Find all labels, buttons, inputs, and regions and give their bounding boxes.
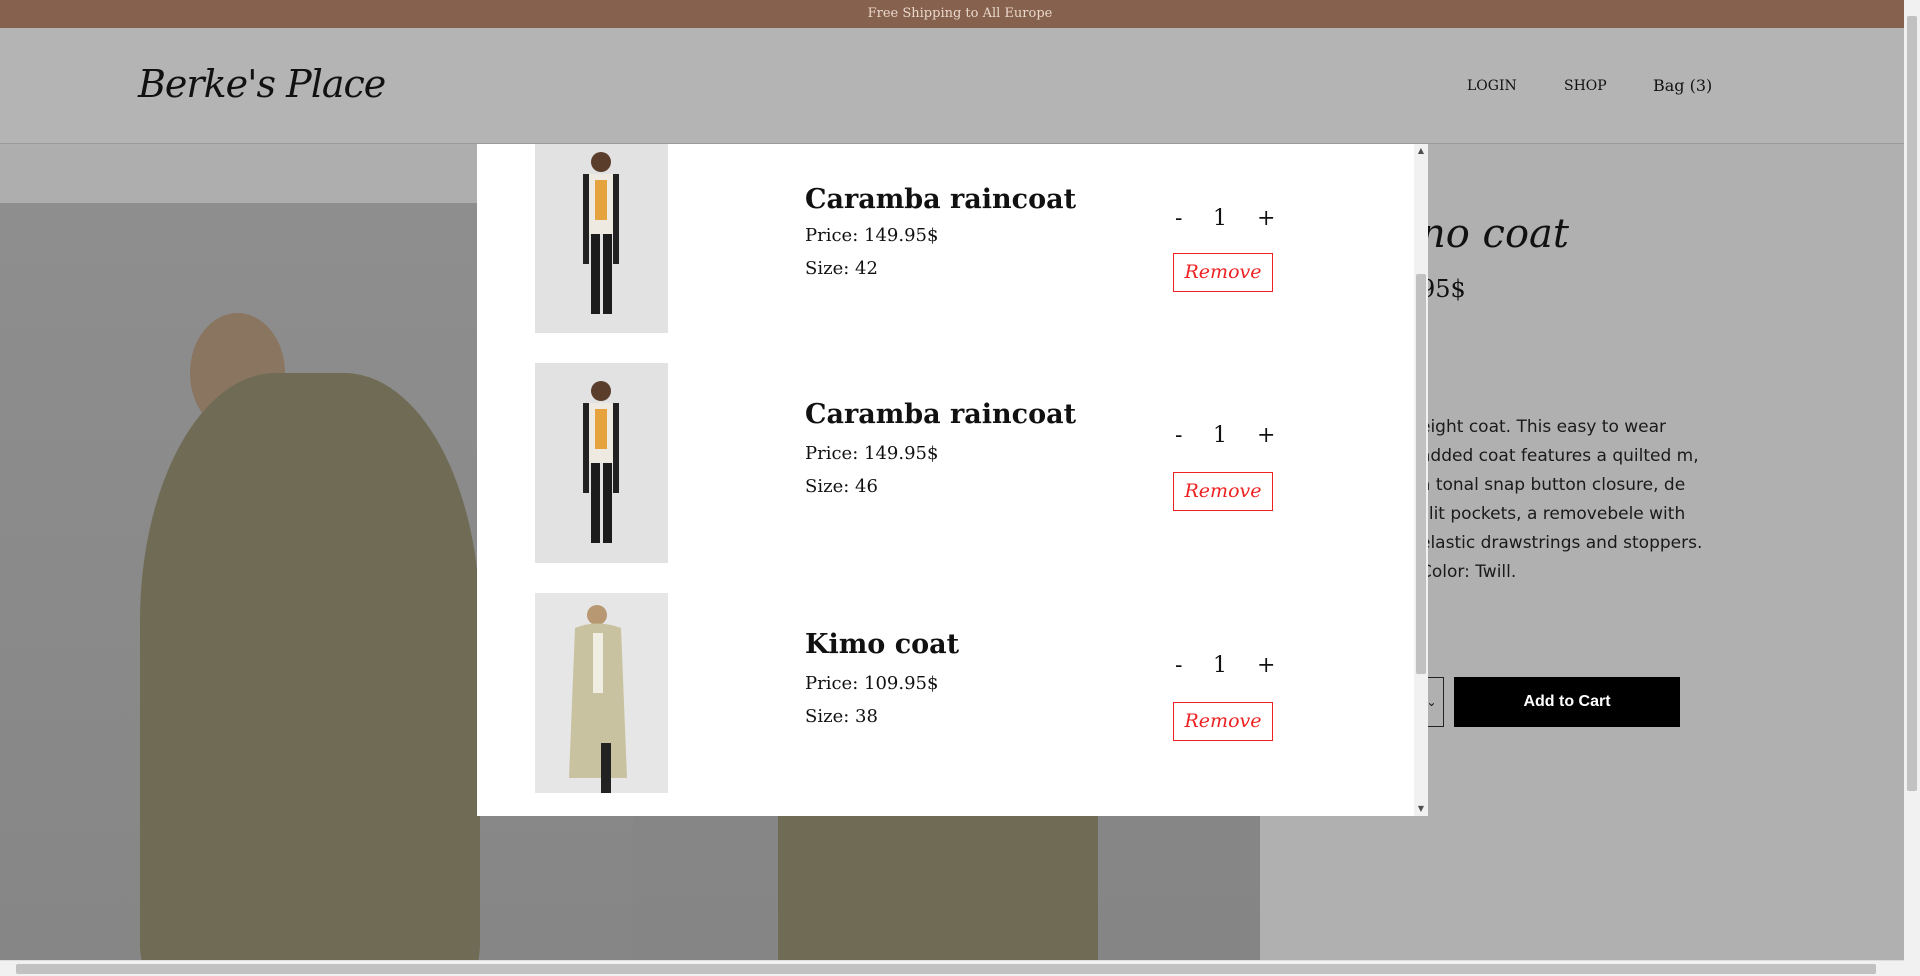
remove-button[interactable]: Remove bbox=[1173, 472, 1273, 511]
vertical-scroll-thumb[interactable] bbox=[1907, 16, 1917, 791]
qty-decrease-button[interactable]: - bbox=[1175, 653, 1182, 678]
site-header: Berke's Place LOGIN SHOP Bag (3) bbox=[0, 28, 1904, 144]
item-name: Caramba raincoat bbox=[805, 184, 1077, 215]
scroll-down-icon[interactable]: ▼ bbox=[1414, 802, 1428, 816]
remove-button[interactable]: Remove bbox=[1173, 253, 1273, 292]
item-size: Size: 38 bbox=[805, 706, 878, 727]
cart-modal: Caramba raincoat Price: 149.95$ Size: 42… bbox=[477, 144, 1428, 816]
qty-increase-button[interactable]: + bbox=[1257, 653, 1275, 678]
item-name: Caramba raincoat bbox=[805, 399, 1077, 430]
qty-decrease-button[interactable]: - bbox=[1175, 206, 1182, 231]
shipping-banner: Free Shipping to All Europe bbox=[0, 0, 1920, 28]
qty-increase-button[interactable]: + bbox=[1257, 423, 1275, 448]
nav-login[interactable]: LOGIN bbox=[1467, 78, 1517, 94]
model-photo-icon[interactable] bbox=[535, 593, 668, 793]
cart-item: Caramba raincoat Price: 149.95$ Size: 42… bbox=[535, 144, 1295, 344]
scroll-up-icon[interactable]: ▲ bbox=[1414, 144, 1428, 158]
product-title: no coat bbox=[1420, 211, 1569, 257]
qty-increase-button[interactable]: + bbox=[1257, 206, 1275, 231]
modal-scrollbar[interactable]: ▲ ▼ bbox=[1414, 144, 1428, 816]
qty-value: 1 bbox=[1213, 206, 1227, 231]
model-photo-icon[interactable] bbox=[535, 363, 668, 563]
coat-figure bbox=[140, 373, 480, 960]
qty-decrease-button[interactable]: - bbox=[1175, 423, 1182, 448]
qty-value: 1 bbox=[1213, 653, 1227, 678]
modal-scroll-thumb[interactable] bbox=[1416, 274, 1426, 674]
cart-item: Kimo coat Price: 109.95$ Size: 38 - 1 + … bbox=[535, 593, 1295, 793]
vertical-scrollbar[interactable] bbox=[1904, 0, 1920, 976]
nav-bag[interactable]: Bag (3) bbox=[1653, 76, 1712, 95]
site-logo[interactable]: Berke's Place bbox=[138, 62, 386, 106]
item-price: Price: 149.95$ bbox=[805, 225, 939, 246]
qty-value: 1 bbox=[1213, 423, 1227, 448]
item-name: Kimo coat bbox=[805, 629, 960, 660]
item-price: Price: 149.95$ bbox=[805, 443, 939, 464]
remove-button[interactable]: Remove bbox=[1173, 702, 1273, 741]
item-price: Price: 109.95$ bbox=[805, 673, 939, 694]
model-photo-icon[interactable] bbox=[535, 144, 668, 333]
nav-shop[interactable]: SHOP bbox=[1564, 78, 1607, 94]
item-size: Size: 42 bbox=[805, 258, 878, 279]
gallery-strip bbox=[0, 145, 478, 203]
item-size: Size: 46 bbox=[805, 476, 878, 497]
product-description: eight coat. This easy to wear added coat… bbox=[1420, 417, 1703, 582]
horizontal-scrollbar[interactable] bbox=[0, 960, 1904, 976]
add-to-cart-button[interactable]: Add to Cart bbox=[1454, 677, 1680, 727]
horizontal-scroll-thumb[interactable] bbox=[16, 964, 1876, 974]
cart-item: Caramba raincoat Price: 149.95$ Size: 46… bbox=[535, 363, 1295, 563]
